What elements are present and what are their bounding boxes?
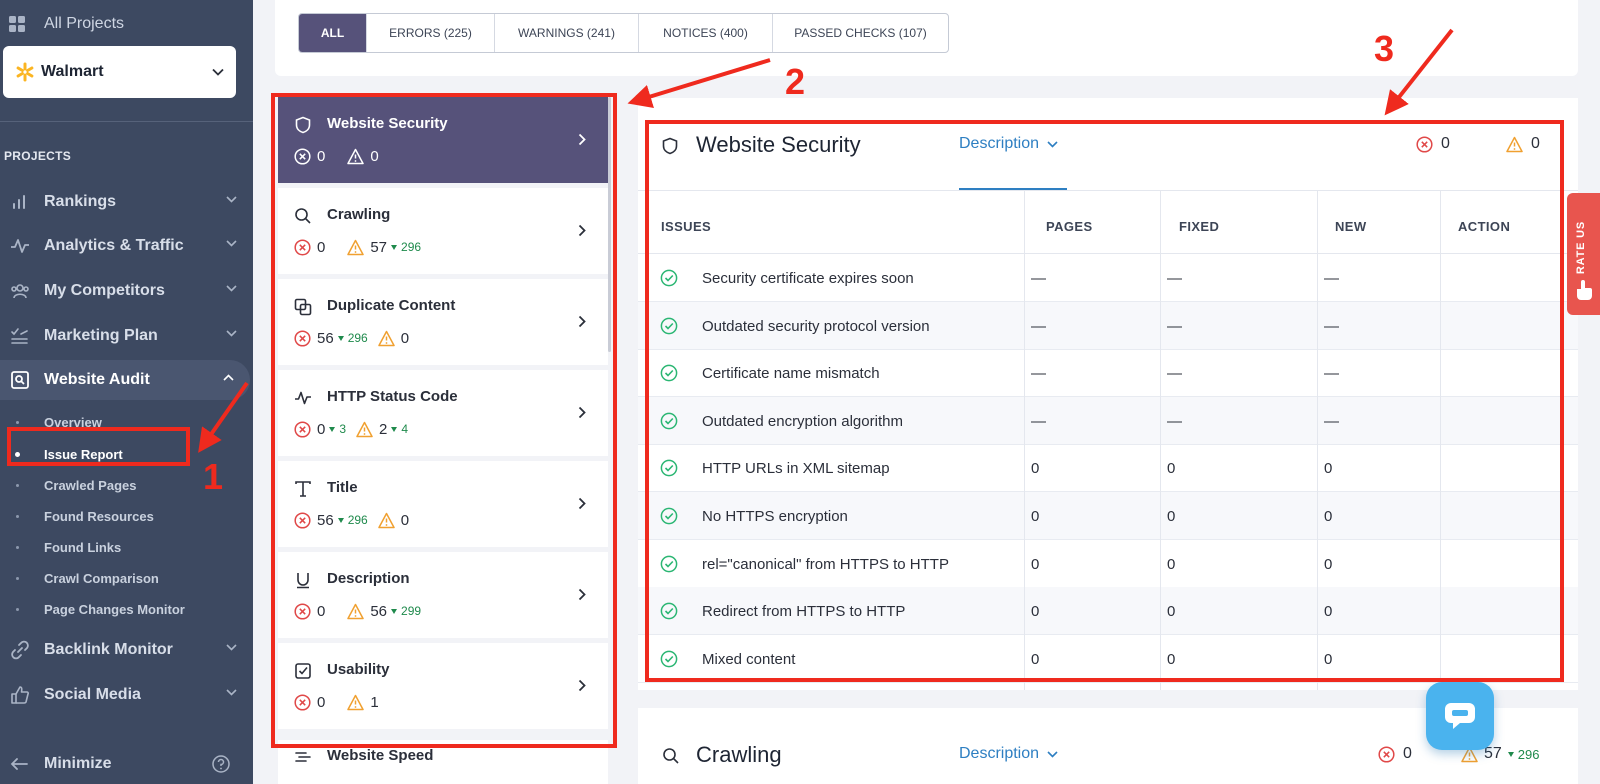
crawling-error-count: 0 [1378, 745, 1412, 763]
arrow-left-icon [10, 758, 28, 770]
walmart-spark-icon [16, 62, 34, 82]
subnav-page-changes-monitor[interactable]: Page Changes Monitor [0, 597, 240, 621]
minimize-label: Minimize [44, 755, 112, 772]
chevron-down-icon [1047, 750, 1058, 758]
nav-label: Social Media [44, 686, 141, 703]
chevron-down-icon [226, 644, 237, 651]
nav-backlink-monitor[interactable]: Backlink Monitor [0, 630, 253, 670]
speed-lines-icon [295, 752, 311, 762]
all-projects-label: All Projects [44, 15, 125, 32]
audit-icon [11, 371, 29, 389]
search-icon [663, 748, 679, 764]
warning-delta: 296 [1508, 747, 1540, 762]
annotation-number-2: 2 [785, 61, 806, 102]
chevron-down-icon [226, 689, 237, 696]
pulse-icon [11, 239, 29, 253]
bar-chart-icon [13, 195, 25, 209]
sidebar: All Projects Walmart PROJECTS Rankings A… [0, 0, 253, 784]
crawling-title: Crawling [696, 742, 782, 767]
crawling-description-toggle[interactable]: Description [959, 745, 1058, 763]
nav-label: Analytics & Traffic [44, 237, 184, 254]
chevron-down-icon [226, 240, 237, 247]
project-name: Walmart [41, 63, 104, 80]
subnav-found-links[interactable]: Found Links [0, 535, 240, 559]
error-count: 0 [1403, 745, 1412, 762]
nav-my-competitors[interactable]: My Competitors [0, 271, 253, 311]
grid-icon [9, 16, 25, 32]
nav-label: Rankings [44, 193, 117, 210]
tab-notices[interactable]: NOTICES (400) [638, 14, 772, 52]
issue-filter-tabs: ALL ERRORS (225) WARNINGS (241) NOTICES … [298, 13, 949, 53]
nav-label: Marketing Plan [44, 327, 158, 344]
link-icon [11, 640, 29, 660]
checklist-icon [11, 328, 28, 344]
thumbs-up-icon [11, 686, 29, 704]
nav-website-audit[interactable]: Website Audit [0, 360, 250, 400]
tab-passed-checks[interactable]: PASSED CHECKS (107) [772, 14, 948, 52]
annotation-box-issue-report [7, 427, 190, 466]
tab-all[interactable]: ALL [299, 14, 366, 52]
chevron-down-icon [212, 68, 224, 76]
nav-analytics-traffic[interactable]: Analytics & Traffic [0, 226, 253, 266]
rate-us-label: RATE US [1575, 221, 1587, 275]
projects-section-label: PROJECTS [4, 149, 72, 163]
subnav-found-resources[interactable]: Found Resources [0, 504, 240, 528]
rate-us-tab[interactable]: RATE US [1567, 193, 1600, 315]
minimize-sidebar-button[interactable]: Minimize [10, 752, 230, 776]
error-circle-icon [1378, 745, 1395, 763]
nav-label: My Competitors [44, 282, 165, 299]
description-label: Description [959, 745, 1040, 762]
nav-rankings[interactable]: Rankings [0, 182, 253, 222]
chevron-down-icon [226, 330, 237, 337]
chevron-down-icon [226, 285, 237, 292]
annotation-number-1: 1 [203, 456, 224, 497]
tab-warnings[interactable]: WARNINGS (241) [494, 14, 638, 52]
annotation-box-category-list [271, 93, 617, 748]
people-icon [11, 284, 29, 299]
help-icon[interactable] [212, 755, 230, 773]
pointing-hand-icon [1577, 280, 1592, 300]
sidebar-divider [0, 121, 253, 122]
chat-bubble-icon [1445, 703, 1475, 729]
annotation-number-3: 3 [1374, 28, 1395, 69]
warning-count: 57 [1484, 745, 1502, 762]
nav-marketing-plan[interactable]: Marketing Plan [0, 316, 253, 356]
chevron-up-icon [223, 374, 234, 381]
project-selector[interactable]: Walmart [3, 46, 236, 98]
all-projects-link[interactable]: All Projects [8, 12, 124, 36]
nav-label: Backlink Monitor [44, 641, 173, 658]
chevron-down-icon [226, 196, 237, 203]
tab-errors[interactable]: ERRORS (225) [366, 14, 494, 52]
nav-label: Website Audit [44, 371, 150, 388]
subnav-crawl-comparison[interactable]: Crawl Comparison [0, 566, 240, 590]
annotation-box-detail-panel [645, 120, 1564, 682]
category-name: Website Speed [327, 747, 434, 764]
nav-social-media[interactable]: Social Media [0, 675, 253, 715]
live-chat-button[interactable] [1426, 682, 1494, 750]
